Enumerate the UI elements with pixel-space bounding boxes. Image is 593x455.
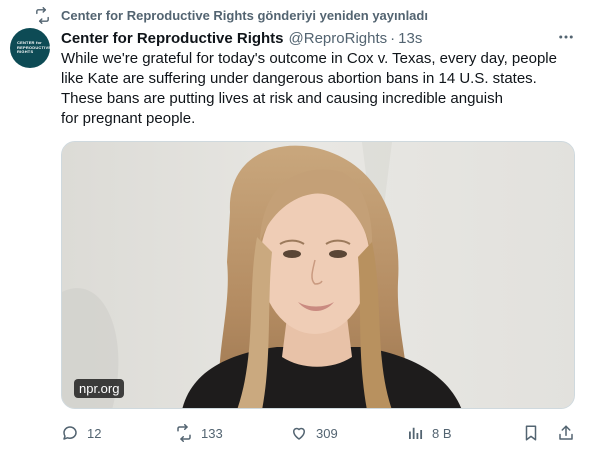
share-button[interactable] xyxy=(557,422,575,444)
retweet-context[interactable]: Center for Reproductive Rights gönderiyi… xyxy=(34,6,428,24)
reply-button[interactable]: 12 xyxy=(61,422,101,444)
tweet-media-card[interactable]: npr.org xyxy=(61,141,575,409)
tweet-actions-bar: 12 133 309 8 B xyxy=(61,422,581,444)
tweet-text-line: like Kate are suffering under dangerous … xyxy=(61,70,537,87)
retweet-count: 133 xyxy=(201,425,223,441)
reply-count: 12 xyxy=(87,425,102,441)
reply-icon xyxy=(61,424,79,442)
retweet-button[interactable]: 133 xyxy=(175,422,223,444)
share-icon xyxy=(557,424,575,442)
like-button[interactable]: 309 xyxy=(290,422,338,444)
retweet-context-text: Center for Reproductive Rights gönderiyi… xyxy=(61,7,428,23)
avatar[interactable]: CENTER for REPRODUCTIVE RIGHTS xyxy=(10,28,51,68)
bookmark-icon xyxy=(522,424,540,442)
avatar-line: RIGHTS xyxy=(17,49,34,55)
retweet-icon xyxy=(175,424,193,442)
views-button[interactable]: 8 B xyxy=(406,422,452,444)
like-count: 309 xyxy=(316,425,338,441)
media-source-badge: npr.org xyxy=(74,379,125,398)
tweet-timestamp[interactable]: 13s xyxy=(398,30,422,47)
heart-icon xyxy=(290,424,308,442)
tweet-text: While we're grateful for today's outcome… xyxy=(61,49,581,129)
bookmark-button[interactable] xyxy=(522,422,540,444)
author-name[interactable]: Center for Reproductive Rights xyxy=(61,30,284,47)
tweet-text-line: These bans are putting lives at risk and… xyxy=(61,90,503,107)
analytics-icon xyxy=(406,424,424,442)
tweet-text-line: While we're grateful for today's outcome… xyxy=(61,50,557,67)
view-count: 8 B xyxy=(432,425,452,441)
portrait-photo xyxy=(62,142,574,408)
author-handle[interactable]: @ReproRights xyxy=(289,30,388,47)
retweet-icon xyxy=(34,6,51,24)
tweet-header: Center for Reproductive Rights @ReproRig… xyxy=(61,28,422,48)
tweet-text-line: for pregnant people. xyxy=(61,110,196,127)
more-options-icon[interactable] xyxy=(556,27,576,47)
separator-dot: · xyxy=(390,29,396,47)
